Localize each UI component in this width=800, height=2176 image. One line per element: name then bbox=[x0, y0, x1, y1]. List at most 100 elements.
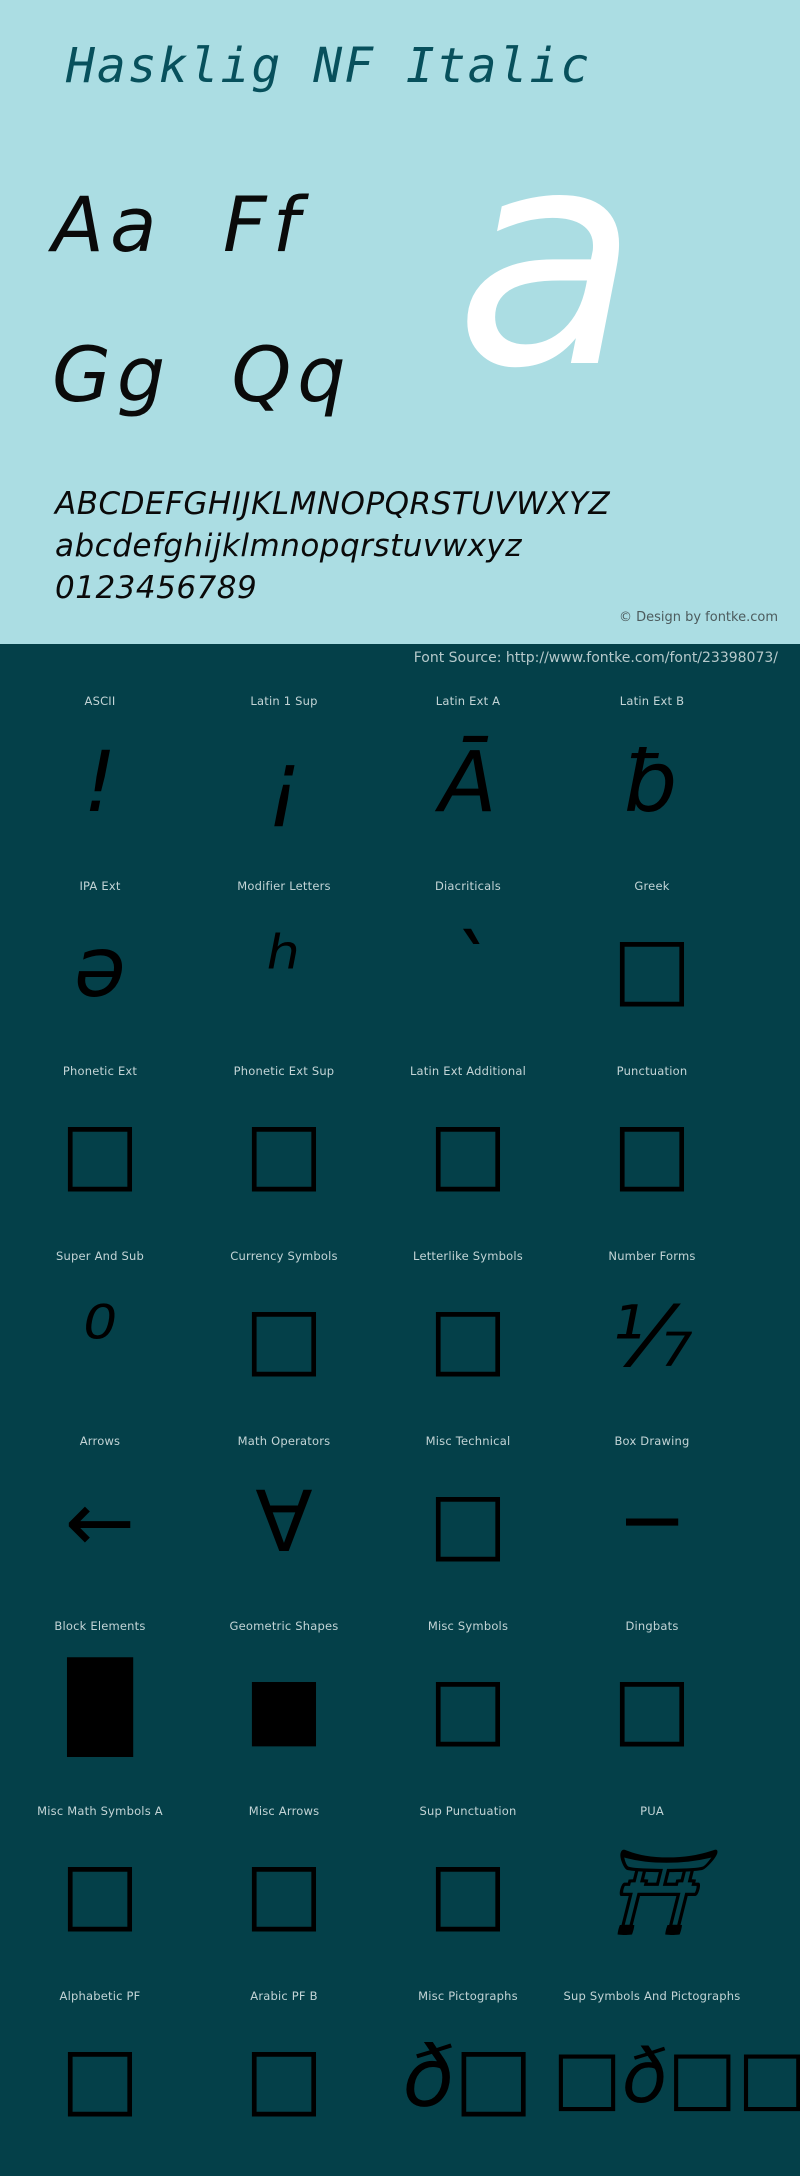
unicode-block-glyph: □ bbox=[428, 1103, 508, 1201]
unicode-block-cell[interactable]: Misc Symbols □ bbox=[368, 1601, 568, 1786]
unicode-block-label: Currency Symbols bbox=[230, 1249, 338, 1263]
unicode-block-glyph: ← bbox=[64, 1473, 136, 1571]
unicode-block-glyph: Ā bbox=[439, 733, 497, 831]
unicode-block-glyph: ʰ bbox=[267, 918, 301, 1016]
unicode-block-label: Misc Pictographs bbox=[418, 1989, 518, 2003]
unicode-block-glyph: █ bbox=[67, 1658, 133, 1756]
unicode-block-glyph: ` bbox=[447, 918, 489, 1016]
unicode-block-glyph: □ bbox=[612, 1658, 692, 1756]
unicode-block-cell[interactable]: Dingbats □ bbox=[552, 1601, 752, 1786]
unicode-block-row: Misc Math Symbols A □ Misc Arrows □ Sup Punc… bbox=[0, 1786, 800, 1971]
unicode-block-row: Block Elements █ Geometric Shapes ■ Misc Sym… bbox=[0, 1601, 800, 1786]
unicode-block-label: Dingbats bbox=[625, 1619, 679, 1633]
unicode-block-label: Number Forms bbox=[608, 1249, 696, 1263]
unicode-block-glyph: ǝ bbox=[74, 918, 126, 1016]
unicode-block-label: Sup Punctuation bbox=[419, 1804, 517, 1818]
unicode-block-glyph: □ bbox=[612, 1103, 692, 1201]
unicode-block-cell[interactable]: Letterlike Symbols □ bbox=[368, 1231, 568, 1416]
unicode-block-cell[interactable]: Latin Ext B ƀ bbox=[552, 676, 752, 861]
unicode-block-label: Misc Symbols bbox=[427, 1619, 509, 1633]
hero-glyph: a bbox=[455, 85, 639, 434]
unicode-block-glyph: □ bbox=[60, 2028, 140, 2126]
unicode-block-glyph: ƀ bbox=[625, 733, 679, 831]
unicode-block-glyph: ⅐ bbox=[611, 1288, 693, 1386]
font-source-link[interactable]: Font Source: http://www.fontke.com/font/… bbox=[414, 650, 778, 666]
unicode-block-cell[interactable]: Latin Ext Additional □ bbox=[368, 1046, 568, 1231]
unicode-block-cell[interactable]: Misc Pictographs ð□ bbox=[368, 1971, 568, 2156]
unicode-block-glyph: □ð□□□ð bbox=[552, 2034, 800, 2120]
unicode-block-cell[interactable]: Super And Sub ⁰ bbox=[0, 1231, 200, 1416]
unicode-block-cell[interactable]: Misc Technical □ bbox=[368, 1416, 568, 1601]
uppercase-alphabet: ABCDEFGHIJKLMNOPQRSTUVWXYZ bbox=[55, 486, 611, 522]
unicode-block-glyph: □ bbox=[244, 1103, 324, 1201]
unicode-block-glyph: □ bbox=[60, 1103, 140, 1201]
unicode-block-label: Arabic PF B bbox=[250, 1989, 318, 2003]
unicode-block-label: Misc Technical bbox=[425, 1434, 511, 1448]
unicode-block-label: Punctuation bbox=[616, 1064, 688, 1078]
unicode-block-label: Phonetic Ext Sup bbox=[233, 1064, 335, 1078]
unicode-block-glyph: □ bbox=[244, 1843, 324, 1941]
unicode-block-cell[interactable]: Phonetic Ext □ bbox=[0, 1046, 200, 1231]
unicode-block-glyph: ¡ bbox=[267, 733, 301, 831]
unicode-block-label: IPA Ext bbox=[79, 879, 121, 893]
specimen-header: Hasklig NF Italic Aa Ff Gg Qq a ABCDEFGH… bbox=[0, 0, 800, 644]
unicode-block-cell[interactable]: Latin 1 Sup ¡ bbox=[184, 676, 384, 861]
unicode-block-row: Alphabetic PF □ Arabic PF B □ Misc Pictograp… bbox=[0, 1971, 800, 2156]
unicode-block-cell[interactable]: Greek □ bbox=[552, 861, 752, 1046]
unicode-block-cell[interactable]: Number Forms ⅐ bbox=[552, 1231, 752, 1416]
unicode-block-glyph: □ bbox=[428, 1473, 508, 1571]
digit-sample: 0123456789 bbox=[55, 570, 258, 606]
unicode-block-cell[interactable]: Currency Symbols □ bbox=[184, 1231, 384, 1416]
unicode-block-glyph: ∀ bbox=[255, 1473, 313, 1571]
unicode-block-cell[interactable]: Math Operators ∀ bbox=[184, 1416, 384, 1601]
unicode-block-label: Block Elements bbox=[54, 1619, 146, 1633]
unicode-block-glyph: ⁰ bbox=[83, 1288, 117, 1386]
unicode-block-label: Super And Sub bbox=[56, 1249, 144, 1263]
unicode-block-glyph: ! bbox=[83, 733, 117, 831]
unicode-block-label: Latin Ext A bbox=[435, 694, 501, 708]
unicode-block-cell[interactable]: PUA ⛩ bbox=[552, 1786, 752, 1971]
unicode-block-glyph: □ bbox=[428, 1658, 508, 1756]
unicode-block-label: Latin Ext B bbox=[619, 694, 685, 708]
unicode-block-cell[interactable]: Modifier Letters ʰ bbox=[184, 861, 384, 1046]
copyright-notice: © Design by fontke.com bbox=[618, 610, 778, 625]
unicode-block-row: Arrows ← Math Operators ∀ Misc Technical □ Box… bbox=[0, 1416, 800, 1601]
unicode-block-cell[interactable]: Block Elements █ bbox=[0, 1601, 200, 1786]
unicode-block-cell[interactable]: Misc Math Symbols A □ bbox=[0, 1786, 200, 1971]
unicode-block-cell[interactable]: Alphabetic PF □ bbox=[0, 1971, 200, 2156]
unicode-block-label: Phonetic Ext bbox=[62, 1064, 138, 1078]
unicode-block-label: Misc Arrows bbox=[248, 1804, 320, 1818]
unicode-block-cell[interactable]: Diacriticals ` bbox=[368, 861, 568, 1046]
unicode-block-cell[interactable]: Arrows ← bbox=[0, 1416, 200, 1601]
unicode-block-cell[interactable]: Punctuation □ bbox=[552, 1046, 752, 1231]
unicode-block-cell[interactable]: Sup Symbols And Pictographs □ð□□□ð bbox=[552, 1971, 800, 2156]
unicode-block-label: Modifier Letters bbox=[237, 879, 331, 893]
unicode-block-grid: ASCII! Latin 1 Sup ¡ Latin Ext A Ā Latin Ext … bbox=[0, 676, 800, 2156]
unicode-block-glyph: □ bbox=[244, 2028, 324, 2126]
unicode-block-cell[interactable]: Sup Punctuation □ bbox=[368, 1786, 568, 1971]
unicode-block-cell[interactable]: Latin Ext A Ā bbox=[368, 676, 568, 861]
unicode-block-cell[interactable]: Box Drawing ─ bbox=[552, 1416, 752, 1601]
unicode-block-label: Box Drawing bbox=[614, 1434, 690, 1448]
lowercase-alphabet: abcdefghijklmnopqrstuvwxyz bbox=[55, 528, 523, 564]
unicode-block-label: Geometric Shapes bbox=[229, 1619, 339, 1633]
unicode-block-cell[interactable]: Geometric Shapes ■ bbox=[184, 1601, 384, 1786]
unicode-block-label: Sup Symbols And Pictographs bbox=[563, 1989, 741, 2003]
unicode-block-glyph: □ bbox=[244, 1288, 324, 1386]
unicode-block-cell[interactable]: Phonetic Ext Sup □ bbox=[184, 1046, 384, 1231]
unicode-block-row: IPA Ext ǝ Modifier Letters ʰ Diacriticals ` Gr… bbox=[0, 861, 800, 1046]
unicode-block-cell[interactable]: Arabic PF B □ bbox=[184, 1971, 384, 2156]
unicode-block-row: Super And Sub ⁰ Currency Symbols □ Letterlik… bbox=[0, 1231, 800, 1416]
unicode-block-glyph: □ bbox=[60, 1843, 140, 1941]
unicode-block-cell[interactable]: ASCII! bbox=[0, 676, 200, 861]
unicode-block-label: Alphabetic PF bbox=[59, 1989, 141, 2003]
sample-letter-pairs: Aa Ff Gg Qq bbox=[52, 180, 352, 419]
unicode-block-label: Diacriticals bbox=[434, 879, 501, 893]
font-specimen-page: Hasklig NF Italic Aa Ff Gg Qq a ABCDEFGH… bbox=[0, 0, 800, 2176]
unicode-block-cell[interactable]: Misc Arrows □ bbox=[184, 1786, 384, 1971]
unicode-block-glyph: ─ bbox=[626, 1473, 678, 1571]
unicode-block-glyph: □ bbox=[428, 1843, 508, 1941]
unicode-block-glyph: ð□ bbox=[402, 2028, 534, 2126]
unicode-block-label: Latin 1 Sup bbox=[250, 694, 318, 708]
unicode-block-cell[interactable]: IPA Ext ǝ bbox=[0, 861, 200, 1046]
